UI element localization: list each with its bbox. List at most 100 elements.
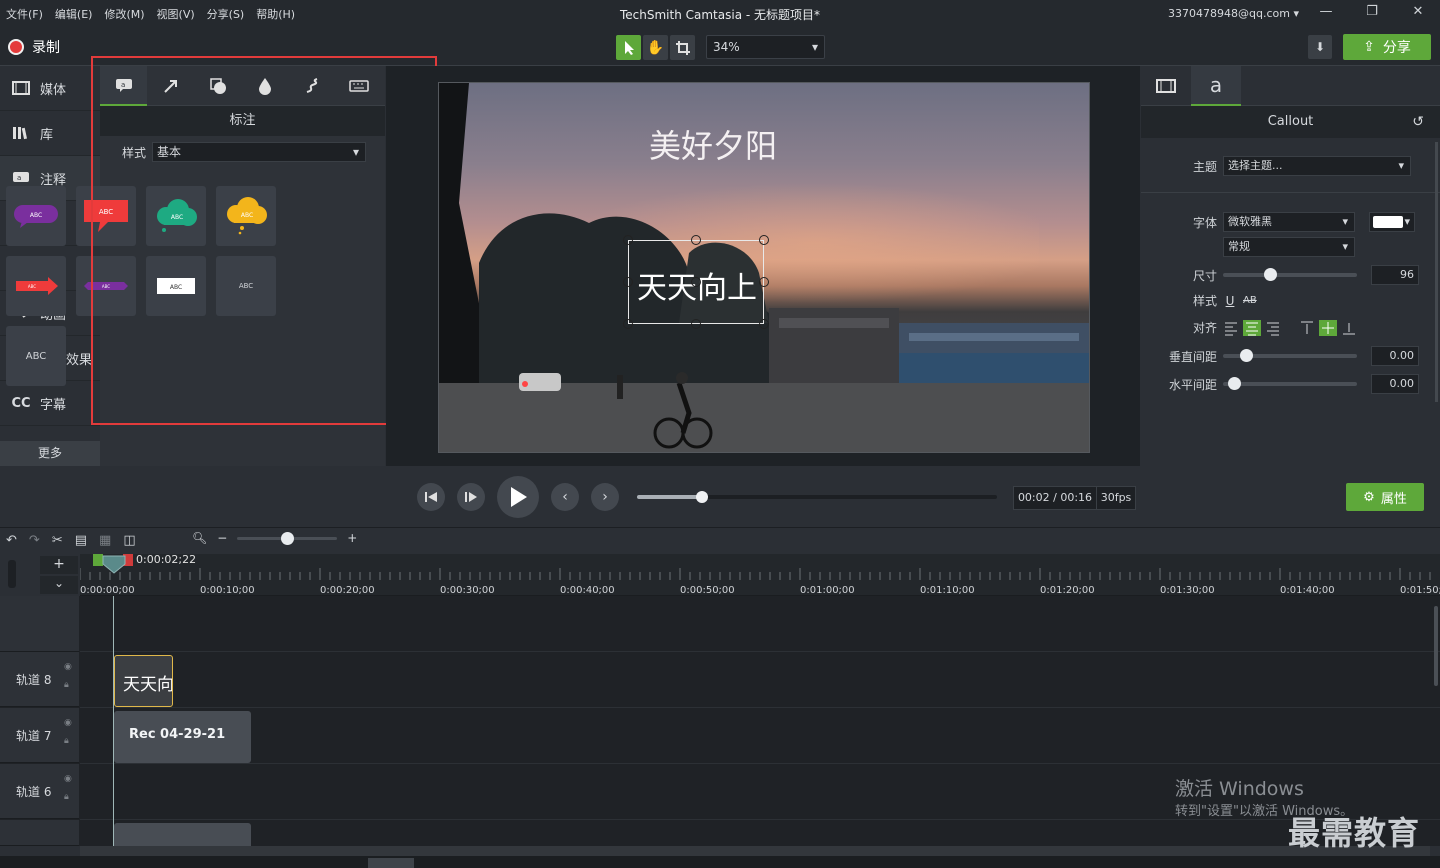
strikethrough-icon[interactable]: AB xyxy=(1243,295,1257,306)
timeline-scroll-thumb[interactable] xyxy=(368,858,414,868)
hspace-slider[interactable] xyxy=(1223,377,1357,390)
zoom-search-icon[interactable]: 🔍︎ xyxy=(192,531,207,545)
upload-icon: ⇪ xyxy=(1363,39,1375,55)
callout-clip[interactable]: 天天向 xyxy=(114,655,173,707)
slider-knob[interactable] xyxy=(1227,377,1241,390)
hspace-input[interactable]: 0.00 xyxy=(1371,374,1419,394)
lock-icon[interactable]: 🔒︎ xyxy=(64,680,69,690)
reset-icon[interactable]: ↺ xyxy=(1412,106,1424,138)
cut-icon[interactable]: ✂ xyxy=(52,533,63,548)
close-icon[interactable]: ✕ xyxy=(1398,4,1438,24)
add-track-button[interactable]: + xyxy=(40,556,78,574)
restore-icon[interactable]: ❐ xyxy=(1352,4,1392,24)
pan-tool-button[interactable]: ✋ xyxy=(643,35,668,60)
callout-selection-box[interactable]: 天天向上 xyxy=(623,235,769,329)
crop-tool-button[interactable] xyxy=(670,35,695,60)
properties-button[interactable]: ⚙ 属性 xyxy=(1346,483,1424,511)
select-tool-button[interactable] xyxy=(616,35,641,60)
horizontal-scrollbar[interactable] xyxy=(80,846,1430,856)
callout-text-large[interactable]: ABC xyxy=(6,326,66,386)
share-label: 分享 xyxy=(1382,40,1411,56)
track-height-slider[interactable] xyxy=(8,560,16,588)
eye-icon[interactable]: ◉ xyxy=(64,718,72,728)
step-back-button[interactable] xyxy=(417,483,445,511)
scrub-bar[interactable] xyxy=(637,491,997,503)
resize-handle[interactable] xyxy=(691,319,701,329)
sidebar-item-library[interactable]: 库 xyxy=(0,111,100,156)
play-button[interactable] xyxy=(497,476,539,518)
resize-handle[interactable] xyxy=(691,235,701,245)
sidebar-item-media[interactable]: 媒体 xyxy=(0,66,100,111)
eye-icon[interactable]: ◉ xyxy=(64,774,72,784)
track-lane[interactable] xyxy=(80,708,1440,764)
redo-icon[interactable]: ↷ xyxy=(29,533,40,548)
track-header-6[interactable]: 轨道 6 ◉ 🔒︎ xyxy=(0,764,79,819)
track-header-8[interactable]: 轨道 8 ◉ 🔒︎ xyxy=(0,652,79,707)
video-clip[interactable]: Rec 04-29-21 xyxy=(114,711,251,763)
timeline-zoom-slider[interactable] xyxy=(237,531,338,545)
next-marker-button[interactable]: › xyxy=(591,483,619,511)
slider-knob[interactable] xyxy=(1239,349,1253,362)
lock-icon[interactable]: 🔒︎ xyxy=(64,736,69,746)
track-lane[interactable] xyxy=(80,596,1440,652)
minimize-icon[interactable]: — xyxy=(1306,4,1346,24)
video-clip-lower[interactable] xyxy=(114,823,251,846)
resize-handle[interactable] xyxy=(623,319,633,329)
vspace-slider[interactable] xyxy=(1223,349,1357,362)
panel-scrollbar[interactable] xyxy=(1435,142,1438,402)
slider-knob[interactable] xyxy=(281,531,295,545)
vspace-input[interactable]: 0.00 xyxy=(1371,346,1419,366)
move-handle[interactable] xyxy=(691,277,701,287)
scrub-handle[interactable] xyxy=(695,491,708,503)
download-button[interactable]: ⬇ xyxy=(1308,35,1332,59)
resize-handle[interactable] xyxy=(759,235,769,245)
font-weight-select[interactable]: 常规 ▾ xyxy=(1223,237,1355,257)
slider-knob[interactable] xyxy=(1263,268,1277,281)
canvas-tools: ✋ xyxy=(616,35,695,60)
vertical-align-group[interactable] xyxy=(1299,319,1361,336)
zoom-in-icon[interactable]: + xyxy=(347,531,357,545)
track-lane[interactable] xyxy=(80,652,1440,708)
zoom-select[interactable]: 34% ▾ xyxy=(706,35,825,59)
share-button[interactable]: ⇪ 分享 xyxy=(1343,34,1431,60)
theme-select[interactable]: 选择主题... ▾ xyxy=(1223,156,1411,176)
eye-icon[interactable]: ◉ xyxy=(64,662,72,672)
split-icon[interactable]: ◫ xyxy=(123,533,135,548)
sidebar-item-captions[interactable]: CC 字幕 xyxy=(0,381,100,426)
tracks-scrollbar[interactable] xyxy=(1434,606,1438,686)
callout-speech-purple[interactable]: ABC xyxy=(6,186,66,246)
underline-icon[interactable]: U xyxy=(1223,294,1237,308)
horizontal-align-group[interactable] xyxy=(1223,319,1285,336)
callout-arrow-red[interactable]: ABC xyxy=(6,256,66,316)
chevron-down-icon: ▾ xyxy=(1342,240,1348,253)
tab-text-properties[interactable]: a xyxy=(1191,66,1241,106)
playhead-head[interactable] xyxy=(102,554,126,574)
resize-handle[interactable] xyxy=(759,319,769,329)
canvas-title-text[interactable]: 美好夕阳 xyxy=(439,121,987,167)
undo-icon[interactable]: ↶ xyxy=(6,533,17,548)
font-select[interactable]: 微软雅黑 ▾ xyxy=(1223,212,1355,232)
record-button[interactable]: 录制 xyxy=(8,37,60,57)
resize-handle[interactable] xyxy=(623,235,633,245)
step-forward-button[interactable] xyxy=(457,483,485,511)
copy-icon[interactable]: ▤ xyxy=(75,533,87,548)
zoom-out-icon[interactable]: − xyxy=(217,531,227,545)
paste-icon[interactable]: ▦ xyxy=(99,533,111,548)
properties-title-text: Callout xyxy=(1267,114,1314,129)
resize-handle[interactable] xyxy=(759,277,769,287)
track-header-7[interactable]: 轨道 7 ◉ 🔒︎ xyxy=(0,708,79,763)
size-slider[interactable] xyxy=(1223,268,1357,281)
tab-visual-properties[interactable] xyxy=(1141,66,1191,106)
resize-handle[interactable] xyxy=(623,277,633,287)
track-header-5[interactable] xyxy=(0,820,79,846)
previous-marker-button[interactable]: ‹ xyxy=(551,483,579,511)
account-menu[interactable]: 3370478948@qq.com ▾ xyxy=(1168,7,1299,20)
chevron-right-icon: › xyxy=(602,489,608,505)
timeline-ruler[interactable]: 0:00:00;00 0:00:10;00 0:00:20;00 0:00:30;00… xyxy=(80,554,1440,596)
size-input[interactable]: 96 xyxy=(1371,265,1419,285)
video-preview[interactable]: 美好夕阳 天天向上 xyxy=(438,82,1090,453)
font-color-picker[interactable]: ▾ xyxy=(1369,212,1415,232)
more-button[interactable]: 更多 xyxy=(0,441,100,466)
lock-icon[interactable]: 🔒︎ xyxy=(64,792,69,802)
collapse-tracks-button[interactable]: ⌄ xyxy=(40,576,78,594)
